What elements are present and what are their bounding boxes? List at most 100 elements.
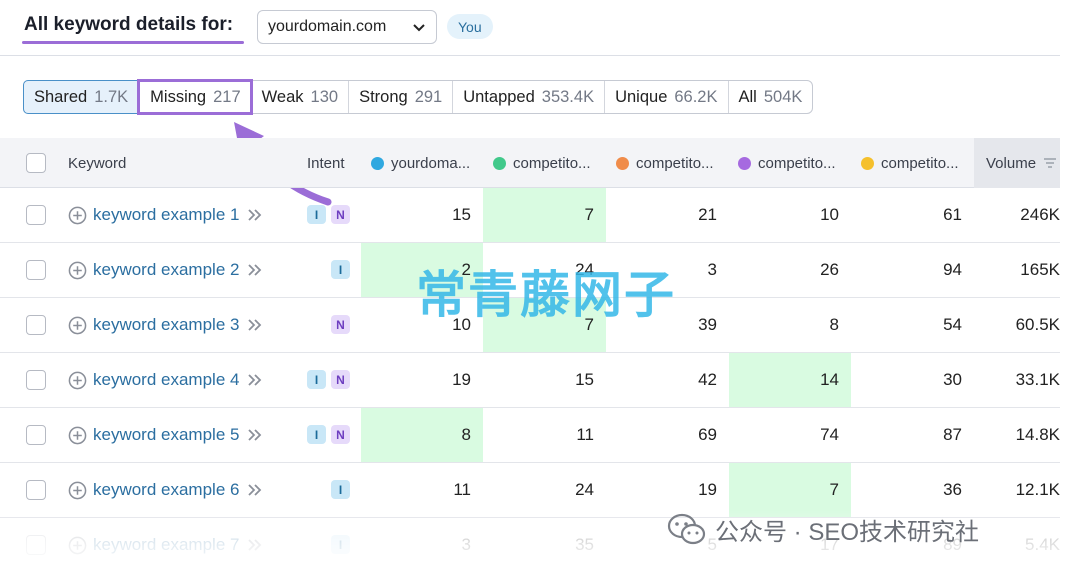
column-header-label: competito... (758, 154, 836, 172)
column-header-label: Volume (986, 154, 1037, 172)
tab-label: All (738, 87, 757, 106)
series-dot-icon (861, 156, 874, 170)
position-cell: 94 (943, 260, 962, 279)
tab-label: Untapped (463, 87, 535, 106)
double-chevron-right-icon[interactable] (247, 318, 263, 332)
keyword-link[interactable]: keyword example 4 (68, 353, 263, 407)
tab-shared[interactable]: Shared 1.7K (23, 80, 140, 114)
add-circle-icon[interactable] (68, 481, 87, 500)
keyword-text: keyword example 3 (93, 315, 240, 334)
keyword-link[interactable]: keyword example 5 (68, 408, 263, 462)
position-cell: 15 (575, 370, 594, 389)
keyword-link[interactable]: keyword example 2 (68, 243, 263, 297)
select-all-checkbox[interactable] (26, 153, 46, 173)
series-dot-icon (616, 156, 629, 170)
position-cell: 87 (943, 425, 962, 444)
chevron-down-icon (413, 24, 425, 32)
double-chevron-right-icon[interactable] (247, 373, 263, 387)
row-checkbox[interactable] (26, 425, 46, 445)
tab-untapped[interactable]: Untapped 353.4K (452, 81, 604, 113)
position-cell: 11 (453, 480, 471, 499)
add-circle-icon[interactable] (68, 206, 87, 225)
position-cell: 8 (361, 408, 483, 462)
title-underline (22, 41, 244, 44)
keyword-link[interactable]: keyword example 6 (68, 463, 263, 517)
tab-weak[interactable]: Weak 130 (250, 81, 348, 113)
position-cell: 7 (483, 188, 606, 242)
intent-badge: N (331, 205, 350, 224)
column-header-label: Keyword (68, 154, 127, 172)
double-chevron-right-icon[interactable] (247, 428, 263, 442)
volume-cell: 12.1K (1015, 480, 1060, 499)
tab-count: 130 (310, 87, 339, 106)
volume-cell: 33.1K (1015, 370, 1060, 389)
row-checkbox[interactable] (26, 260, 46, 280)
keyword-text: keyword example 5 (93, 425, 240, 444)
position-cell: 30 (943, 370, 962, 389)
keyword-link[interactable]: keyword example 3 (68, 298, 263, 352)
table-header: Keyword Intent yourdoma... competito... … (0, 138, 1060, 188)
tab-all[interactable]: All 504K (727, 81, 813, 113)
intent-badges: IN (300, 425, 350, 445)
double-chevron-right-icon[interactable] (247, 483, 263, 497)
column-header-label: Intent (307, 154, 345, 172)
position-cell: 19 (452, 370, 471, 389)
intent-badges: N (300, 315, 350, 335)
tab-label: Strong (359, 87, 408, 106)
volume-cell: 165K (1020, 260, 1060, 279)
keyword-filter-tabs: Shared 1.7K Missing 217 Weak 130 Strong 291 … (23, 79, 814, 115)
row-checkbox[interactable] (26, 315, 46, 335)
intent-badge: N (331, 370, 350, 389)
column-header-volume[interactable]: Volume (974, 138, 1060, 188)
add-circle-icon[interactable] (68, 316, 87, 335)
tab-missing[interactable]: Missing 217 (137, 79, 253, 115)
table-row: keyword example 5 I N 8 11 69 74 87 14.8K (0, 408, 1060, 463)
intent-badge: N (331, 315, 350, 334)
tab-count: 353.4K (541, 87, 595, 106)
column-header-keyword[interactable]: Keyword (68, 138, 126, 188)
keyword-text: keyword example 6 (93, 480, 240, 499)
tab-label: Shared (34, 87, 88, 106)
column-header-intent[interactable]: Intent (307, 138, 345, 188)
position-cell: 8 (829, 315, 839, 334)
tab-label: Weak (261, 87, 304, 106)
position-cell: 74 (820, 425, 839, 444)
double-chevron-right-icon[interactable] (247, 208, 263, 222)
double-chevron-right-icon[interactable] (247, 263, 263, 277)
add-circle-icon[interactable] (68, 371, 87, 390)
series-dot-icon (371, 156, 384, 170)
intent-badge: N (331, 425, 350, 444)
position-cell: 10 (820, 205, 839, 224)
position-cell: 7 (729, 463, 851, 517)
tab-count: 291 (414, 87, 443, 106)
volume-cell: 246K (1020, 205, 1060, 224)
row-checkbox[interactable] (26, 480, 46, 500)
intent-badge: I (331, 260, 350, 279)
column-header-domain-2[interactable]: competito... (493, 138, 591, 188)
wechat-caption-text: 公众号 · SEO技术研究社 (715, 519, 980, 546)
tab-strong[interactable]: Strong 291 (348, 81, 452, 113)
row-checkbox[interactable] (26, 205, 46, 225)
position-cell: 21 (698, 205, 717, 224)
tab-count: 1.7K (94, 87, 129, 106)
you-badge: You (447, 14, 493, 39)
column-header-label: competito... (513, 154, 591, 172)
column-header-label: competito... (881, 154, 959, 172)
tab-count: 217 (213, 87, 241, 106)
column-header-domain-1[interactable]: yourdoma... (371, 138, 470, 188)
row-checkbox[interactable] (26, 370, 46, 390)
domain-select[interactable]: yourdomain.com (257, 10, 437, 44)
position-cell: 11 (576, 425, 594, 444)
add-circle-icon[interactable] (68, 261, 87, 280)
add-circle-icon[interactable] (68, 426, 87, 445)
series-dot-icon (738, 156, 751, 170)
keyword-link[interactable]: keyword example 1 (68, 188, 263, 242)
position-cell: 42 (698, 370, 717, 389)
column-header-domain-5[interactable]: competito... (861, 138, 959, 188)
column-header-domain-3[interactable]: competito... (616, 138, 714, 188)
tab-label: Missing (150, 87, 207, 106)
intent-badges: IN (300, 370, 350, 390)
tab-unique[interactable]: Unique 66.2K (604, 81, 727, 113)
intent-badge: I (307, 425, 326, 444)
column-header-domain-4[interactable]: competito... (738, 138, 836, 188)
